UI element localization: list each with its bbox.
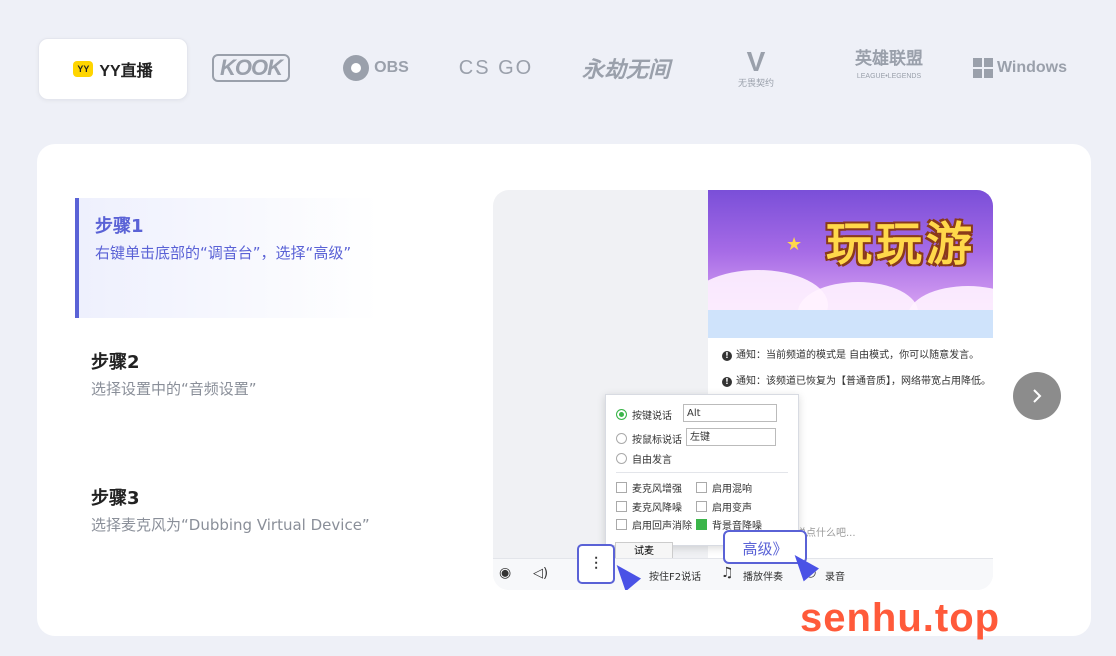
notice-1: ! 通知：当前频道的模式是 自由模式，你可以随意发言。: [722, 346, 979, 361]
ptt-key-field[interactable]: Alt: [683, 404, 777, 422]
step-3-desc: 选择麦克风为“Dubbing Virtual Device”: [91, 516, 370, 534]
windows-icon: [972, 58, 993, 78]
checkbox-icon: [616, 501, 627, 512]
mixer-icon: ⫶: [593, 553, 599, 575]
mixer-button-highlight[interactable]: ⫶: [577, 544, 615, 584]
option-free-talk[interactable]: 自由发言: [616, 451, 672, 466]
watermark: senhu.top: [800, 596, 1001, 640]
logo-obs[interactable]: OBS: [316, 38, 436, 98]
bottom-accompany-label[interactable]: 播放伴奏: [743, 568, 783, 583]
radio-icon: [616, 433, 627, 444]
option-push-to-talk[interactable]: 按键说话: [616, 407, 672, 422]
logo-windows[interactable]: Windows: [962, 38, 1078, 98]
logo-csgo[interactable]: CS GO: [436, 38, 556, 98]
logo-yongjie[interactable]: 永劫无间: [556, 38, 696, 98]
step-1-desc: 右键单击底部的“调音台”，选择“高级”: [95, 244, 352, 262]
radio-icon: [616, 453, 627, 464]
bottom-ptt-label[interactable]: 按住F2说话: [649, 568, 701, 583]
info-icon: !: [722, 377, 732, 387]
step-3[interactable]: 步骤3 选择麦克风为“Dubbing Virtual Device”: [75, 470, 375, 590]
logo-yy-label: YY直播: [99, 63, 153, 80]
step-1-title: 步骤1: [95, 216, 144, 237]
logo-lol-sub: LEAGUE•LEGENDS: [856, 73, 922, 80]
logo-yongjie-label: 永劫无间: [581, 57, 670, 83]
logo-valorant[interactable]: V 无畏契约: [696, 38, 816, 98]
check-voice-change[interactable]: 启用变声: [696, 499, 752, 514]
checkbox-icon: [696, 482, 707, 493]
platform-logo-row: YY YY直播 KOOK OBS CS GO 永劫无间 V 无畏契约 英雄联盟 …: [38, 38, 1078, 100]
music-icon[interactable]: ♫: [721, 565, 734, 581]
tutorial-screenshot: ★ 玩玩游 ! 通知：当前频道的模式是 自由模式，你可以随意发言。 ! 通知：该频道…: [493, 190, 993, 590]
check-mic-boost[interactable]: 麦克风增强: [616, 480, 682, 495]
banner-divider: [708, 310, 993, 338]
logo-lol-label: 英雄联盟: [855, 49, 923, 68]
checkbox-icon: [616, 519, 627, 530]
logo-valorant-label: 无畏契约: [737, 77, 774, 88]
banner-text: 玩玩游: [826, 217, 976, 271]
radio-selected-icon: [616, 409, 627, 420]
yy-badge-icon: YY: [73, 61, 94, 77]
step-2-desc: 选择设置中的“音频设置”: [91, 380, 257, 398]
logo-kook-label: KOOK: [212, 54, 290, 82]
next-slide-button[interactable]: [1013, 372, 1061, 420]
logo-csgo-label: CS GO: [458, 56, 534, 79]
check-mic-denoise[interactable]: 麦克风降噪: [616, 499, 682, 514]
game-banner: ★ 玩玩游: [708, 190, 993, 310]
option-push-mouse[interactable]: 按鼠标说话: [616, 431, 682, 446]
step-1[interactable]: 步骤1 右键单击底部的“调音台”，选择“高级”: [75, 198, 379, 318]
logo-yy-live[interactable]: YY YY直播: [38, 38, 188, 100]
speaker-icon[interactable]: ◁): [533, 566, 548, 581]
logo-kook[interactable]: KOOK: [186, 38, 316, 98]
avatar-icon[interactable]: ◉: [499, 565, 511, 581]
tutorial-card: 步骤1 右键单击底部的“调音台”，选择“高级” 步骤2 选择设置中的“音频设置”…: [37, 144, 1091, 636]
obs-icon: [343, 55, 370, 81]
check-reverb[interactable]: 启用混响: [696, 480, 752, 495]
popup-divider: [616, 472, 788, 473]
checkbox-checked-icon: [696, 519, 707, 530]
step-2-title: 步骤2: [91, 352, 140, 373]
mic-mode-popup: 按键说话 Alt 按鼠标说话 左键 自由发言 麦克风增强 启用混响 麦克风降噪 …: [605, 394, 799, 546]
ptm-key-field[interactable]: 左键: [686, 428, 776, 446]
valorant-icon: V: [746, 45, 766, 77]
check-echo-cancel[interactable]: 启用回声消除: [616, 517, 692, 532]
info-icon: !: [722, 351, 732, 361]
logo-lol[interactable]: 英雄联盟 LEAGUE•LEGENDS: [816, 38, 962, 98]
logo-obs-label: OBS: [374, 59, 409, 76]
checkbox-icon: [616, 482, 627, 493]
bottom-record-label[interactable]: 录音: [825, 568, 845, 583]
notice-2: ! 通知：该频道已恢复为【普通音质】，网络带宽占用降低。: [722, 372, 991, 387]
checkbox-icon: [696, 501, 707, 512]
step-2[interactable]: 步骤2 选择设置中的“音频设置”: [75, 334, 375, 454]
star-icon: ★: [786, 234, 803, 255]
logo-windows-label: Windows: [996, 59, 1068, 76]
chevron-right-icon: [1033, 389, 1042, 403]
step-3-title: 步骤3: [91, 488, 140, 509]
